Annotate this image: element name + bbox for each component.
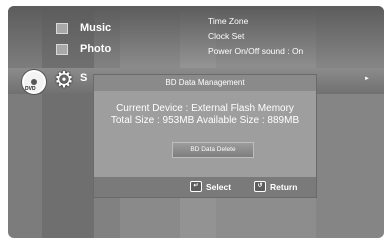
top-shade (8, 6, 384, 66)
menu-item-music[interactable]: Music (56, 22, 111, 34)
chevron-right-icon: ► (364, 76, 370, 82)
photo-icon (56, 43, 68, 55)
dialog-title: BD Data Management (94, 75, 316, 91)
size-info-text: Total Size : 953MB Available Size : 889M… (110, 115, 300, 126)
select-hint[interactable]: ↵ Select (190, 181, 231, 192)
menu-item-label: Music (80, 22, 112, 34)
setting-clock-set[interactable]: Clock Set (208, 29, 303, 44)
bd-data-management-dialog: BD Data Management Current Device : Exte… (94, 75, 316, 197)
tv-screen: Music Photo Time Zone Clock Set Power On… (8, 6, 384, 238)
return-key-icon: ↺ (254, 181, 266, 192)
menu-item-setup-label: S (80, 72, 88, 84)
gear-icon: ⚙ (54, 67, 74, 92)
select-label: Select (206, 181, 232, 192)
current-device-text: Current Device : External Flash Memory (116, 103, 294, 114)
return-label: Return (270, 181, 298, 192)
setting-time-zone[interactable]: Time Zone (208, 14, 303, 29)
setting-power-sound[interactable]: Power On/Off sound : On (208, 44, 303, 59)
enter-key-icon: ↵ (190, 181, 202, 192)
menu-item-photo[interactable]: Photo (56, 43, 111, 55)
disc-label: DVD (25, 86, 36, 92)
music-icon (56, 22, 68, 34)
menu-item-label: Photo (80, 43, 112, 55)
return-hint[interactable]: ↺ Return (254, 181, 297, 192)
bd-data-delete-button[interactable]: BD Data Delete (172, 142, 254, 158)
dialog-footer: ↵ Select ↺ Return (94, 177, 316, 197)
settings-list: Time Zone Clock Set Power On/Off sound :… (208, 14, 303, 59)
